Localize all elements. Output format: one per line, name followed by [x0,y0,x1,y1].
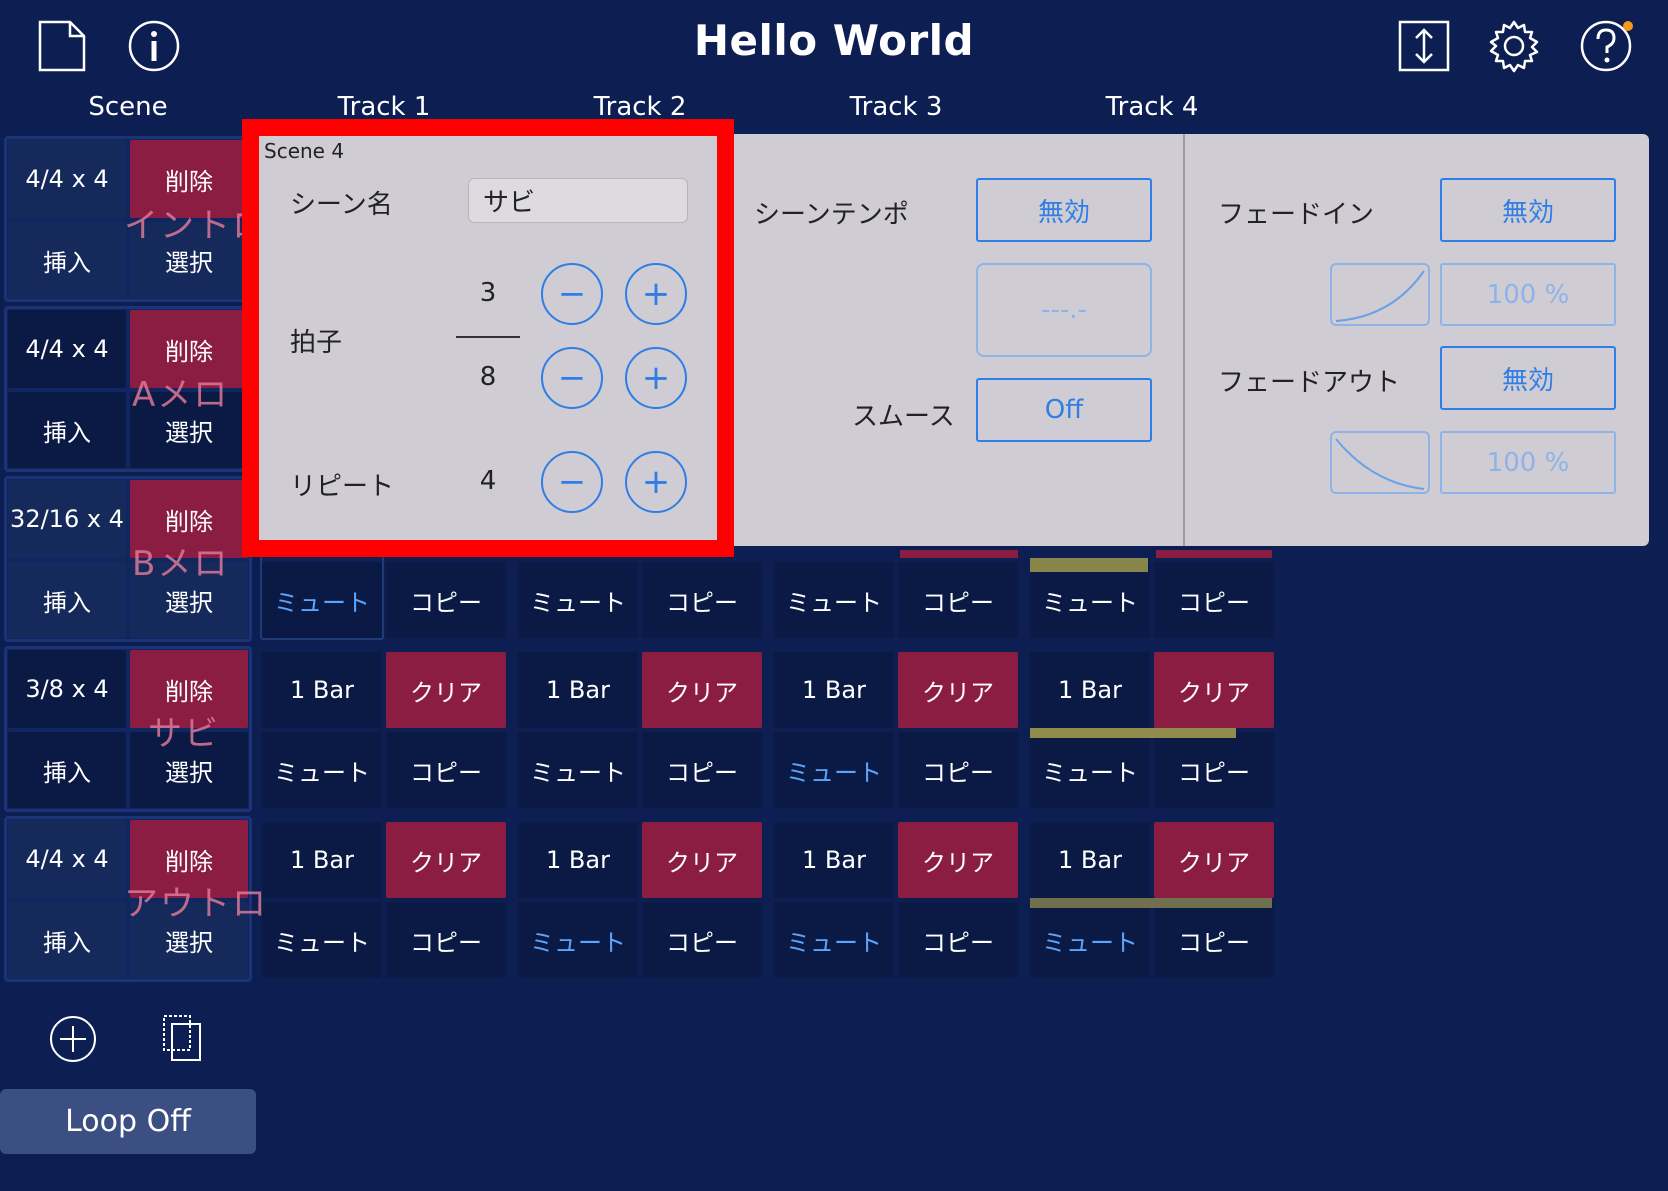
copy-button[interactable]: コピー [1154,902,1274,978]
copy-button[interactable]: コピー [898,902,1018,978]
mute-button[interactable]: ミュート [518,902,638,978]
fade-in-curve-button[interactable] [1330,263,1430,326]
select-scene-button[interactable]: 選択 [130,392,248,468]
scene-tempo-label: シーンテンポ [754,200,909,230]
copy-button[interactable]: コピー [642,902,762,978]
delete-scene-button[interactable]: 削除 [130,480,248,558]
waveform-clip [1030,558,1148,572]
tempo-value-field[interactable]: ---.- [976,263,1152,357]
fade-out-curve-icon [1335,437,1425,490]
delete-scene-button[interactable]: 削除 [130,310,248,388]
column-header-scene: Scene [88,92,168,122]
copy-button[interactable]: コピー [642,562,762,638]
clear-button[interactable]: クリア [386,652,506,728]
copy-button[interactable]: コピー [898,732,1018,808]
bar-button[interactable]: 1 Bar [518,822,638,898]
copy-button[interactable]: コピー [386,732,506,808]
fade-out-label: フェードアウト [1218,368,1401,398]
column-header-track-3: Track 3 [849,92,943,122]
highlight-frame [242,119,734,557]
fade-in-toggle-button[interactable]: 無効 [1440,178,1616,242]
fade-in-percent-field[interactable]: 100 % [1440,263,1616,326]
delete-scene-button[interactable]: 削除 [130,650,248,728]
column-header-track-1: Track 1 [337,92,431,122]
select-scene-button[interactable]: 選択 [130,562,248,638]
delete-scene-button[interactable]: 削除 [130,820,248,898]
copy-button[interactable]: コピー [1154,732,1274,808]
bar-button[interactable]: 1 Bar [774,652,894,728]
bar-button[interactable]: 1 Bar [774,822,894,898]
scene-signature[interactable]: 3/8 x 4 [8,650,126,728]
waveform-clip [1030,898,1272,908]
mute-button[interactable]: ミュート [774,562,894,638]
mute-button[interactable]: ミュート [1030,732,1150,808]
copy-button[interactable]: コピー [1154,562,1274,638]
copy-button[interactable]: コピー [386,562,506,638]
mute-button[interactable]: ミュート [262,562,382,638]
red-clip-strip [900,550,1018,558]
clear-button[interactable]: クリア [386,822,506,898]
fade-in-label: フェードイン [1218,200,1375,230]
column-header-track-4: Track 4 [1105,92,1199,122]
clear-button[interactable]: クリア [898,822,1018,898]
fade-out-toggle-button[interactable]: 無効 [1440,346,1616,410]
smooth-toggle-button[interactable]: Off [976,378,1152,442]
insert-scene-button[interactable]: 挿入 [8,732,126,808]
copy-button[interactable]: コピー [386,902,506,978]
mute-button[interactable]: ミュート [518,732,638,808]
clear-button[interactable]: クリア [642,822,762,898]
bar-button[interactable]: 1 Bar [518,652,638,728]
insert-scene-button[interactable]: 挿入 [8,222,126,298]
bar-button[interactable]: 1 Bar [1030,822,1150,898]
clear-button[interactable]: クリア [1154,652,1274,728]
fade-in-curve-icon [1335,269,1425,322]
copy-button[interactable]: コピー [898,562,1018,638]
red-clip-strip [1156,550,1272,558]
tempo-toggle-button[interactable]: 無効 [976,178,1152,242]
clear-button[interactable]: クリア [642,652,762,728]
clear-button[interactable]: クリア [898,652,1018,728]
insert-scene-button[interactable]: 挿入 [8,562,126,638]
select-scene-button[interactable]: 選択 [130,222,248,298]
copy-button[interactable]: コピー [642,732,762,808]
delete-scene-button[interactable]: 削除 [130,140,248,218]
bar-button[interactable]: 1 Bar [262,822,382,898]
panel-divider [1183,134,1185,546]
mute-button[interactable]: ミュート [262,902,382,978]
bar-button[interactable]: 1 Bar [262,652,382,728]
insert-scene-button[interactable]: 挿入 [8,902,126,978]
duplicate-icon[interactable] [160,1014,206,1064]
insert-scene-button[interactable]: 挿入 [8,392,126,468]
loop-toggle-button[interactable]: Loop Off [0,1089,256,1154]
mute-button[interactable]: ミュート [774,902,894,978]
mute-button[interactable]: ミュート [262,732,382,808]
smooth-label: スムース [852,402,955,432]
gear-icon[interactable] [1486,18,1542,74]
scene-signature[interactable]: 4/4 x 4 [8,820,126,898]
mute-button[interactable]: ミュート [1030,562,1150,638]
column-header-track-2: Track 2 [593,92,687,122]
select-scene-button[interactable]: 選択 [130,902,248,978]
waveform-clip [1030,728,1236,738]
fade-out-percent-field[interactable]: 100 % [1440,431,1616,494]
fade-out-curve-button[interactable] [1330,431,1430,494]
add-scene-icon[interactable] [48,1014,98,1064]
bar-button[interactable]: 1 Bar [1030,652,1150,728]
help-icon[interactable] [1578,18,1634,74]
mute-button[interactable]: ミュート [774,732,894,808]
mute-button[interactable]: ミュート [518,562,638,638]
select-scene-button[interactable]: 選択 [130,732,248,808]
scene-signature[interactable]: 4/4 x 4 [8,140,126,218]
clear-button[interactable]: クリア [1154,822,1274,898]
vertical-resize-icon[interactable] [1396,18,1452,74]
scene-signature[interactable]: 4/4 x 4 [8,310,126,388]
scene-signature[interactable]: 32/16 x 4 [8,480,126,558]
mute-button[interactable]: ミュート [1030,902,1150,978]
